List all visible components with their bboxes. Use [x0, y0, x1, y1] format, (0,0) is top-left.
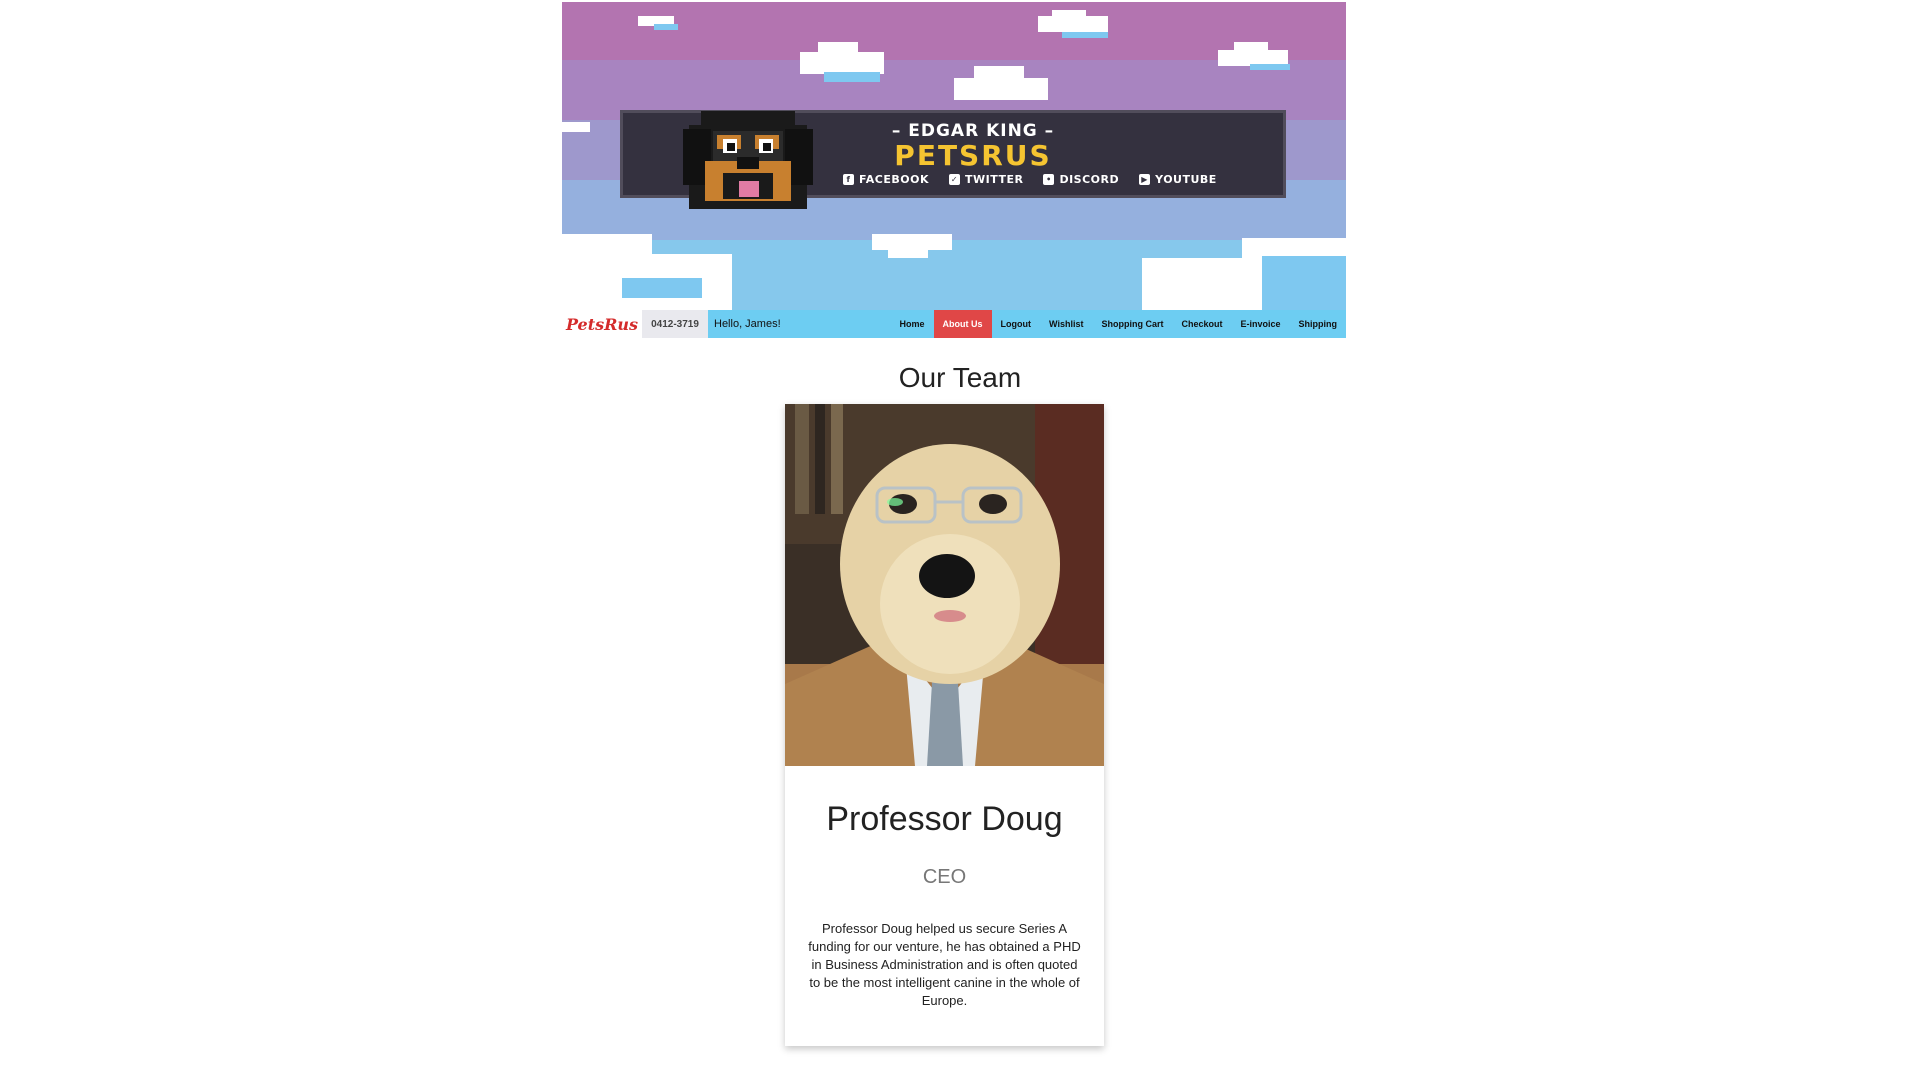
cloud — [1062, 32, 1108, 38]
nav-item-wishlist[interactable]: Wishlist — [1040, 310, 1092, 338]
nav-item-about-us[interactable]: About Us — [933, 310, 992, 338]
site-logo[interactable]: PetsRus — [562, 310, 642, 338]
cloud — [974, 66, 1024, 78]
section-title: Our Team — [898, 362, 1022, 393]
cloud — [954, 78, 1048, 100]
facebook-icon: f — [843, 174, 854, 185]
nav-item-checkout[interactable]: Checkout — [1172, 310, 1231, 338]
nav-item-e-invoice[interactable]: E-invoice — [1231, 310, 1289, 338]
cloud — [622, 278, 702, 298]
team-member-photo — [785, 404, 1104, 766]
user-greeting: Hello, James! — [714, 318, 781, 330]
social-label: YOUTUBE — [1155, 173, 1217, 186]
social-label: DISCORD — [1059, 173, 1120, 186]
cloud — [654, 24, 678, 30]
cloud — [800, 52, 884, 74]
social-label: FACEBOOK — [859, 173, 929, 186]
cloud — [888, 248, 928, 258]
cloud — [818, 42, 858, 52]
nav-item-shipping[interactable]: Shipping — [1290, 310, 1347, 338]
social-link-discord[interactable]: • DISCORD — [1043, 173, 1119, 186]
nav-item-logout[interactable]: Logout — [992, 310, 1041, 338]
dog-mascot-icon — [683, 111, 813, 209]
brand-name: PETSRUS — [894, 139, 1052, 172]
social-link-facebook[interactable]: f FACEBOOK — [843, 173, 929, 186]
team-member-role: CEO — [922, 866, 967, 888]
phone-badge: 0412-3719 — [642, 310, 708, 338]
cloud — [1250, 64, 1290, 70]
cloud — [1038, 16, 1108, 32]
team-member-description: Professor Doug helped us secure Series A… — [808, 921, 1081, 1008]
discord-icon: • — [1043, 174, 1055, 185]
cloud — [562, 234, 652, 314]
social-label: TWITTER — [964, 173, 1024, 186]
cloud — [824, 72, 880, 82]
social-link-twitter[interactable]: ✓ TWITTER — [948, 173, 1024, 186]
nav-item-shopping-cart[interactable]: Shopping Cart — [1092, 310, 1172, 338]
cloud — [562, 122, 590, 132]
cloud — [1262, 256, 1346, 310]
social-links: f FACEBOOK ✓ TWITTER • DISCORD ▶ YOUTUBE — [843, 173, 1217, 186]
nav-item-home[interactable]: Home — [891, 310, 934, 338]
cloud — [1234, 42, 1268, 50]
social-link-youtube[interactable]: ▶ YOUTUBE — [1139, 173, 1217, 186]
brand-subtitle: – EDGAR KING – — [891, 121, 1055, 141]
twitter-icon: ✓ — [948, 174, 960, 185]
cloud — [1052, 10, 1086, 18]
team-member-card: Professor Doug CEO Professor Doug helped… — [785, 404, 1104, 1046]
site-banner: – EDGAR KING – PETSRUS f FACEBOOK ✓ TWIT… — [562, 2, 1346, 338]
team-member-name: Professor Doug — [826, 800, 1063, 838]
brand-title-bar: – EDGAR KING – PETSRUS f FACEBOOK ✓ TWIT… — [620, 110, 1286, 209]
main-navigation: PetsRus 0412-3719 Hello, James! Home Abo… — [562, 310, 1346, 338]
youtube-icon: ▶ — [1139, 174, 1151, 185]
